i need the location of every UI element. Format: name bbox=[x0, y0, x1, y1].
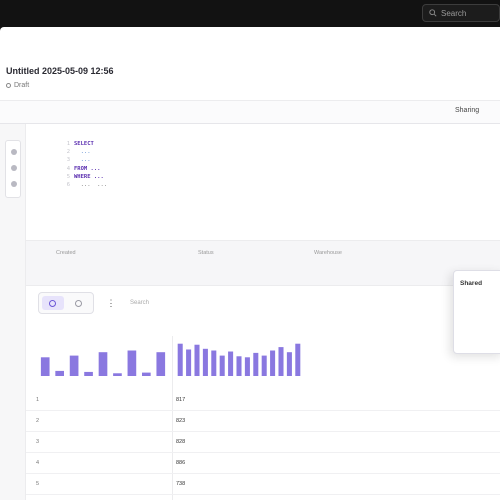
page-subtitle-text: Draft bbox=[14, 82, 30, 89]
row-index: 2 bbox=[36, 418, 40, 424]
histogram-bar bbox=[156, 352, 166, 376]
more-options-button[interactable]: ⋮ bbox=[104, 292, 118, 314]
histogram-bar bbox=[113, 373, 122, 376]
share-button[interactable]: Sharing bbox=[455, 107, 479, 114]
table-row[interactable]: 1 817 bbox=[26, 390, 500, 411]
histogram-bar bbox=[211, 350, 217, 376]
histogram-bar bbox=[40, 357, 50, 376]
table-row[interactable]: 4 886 bbox=[26, 453, 500, 474]
gutter-tool-icon[interactable] bbox=[11, 165, 17, 171]
histogram-bar bbox=[228, 351, 234, 376]
page-subtitle: Draft bbox=[6, 82, 29, 89]
share-popover: Shared bbox=[453, 270, 500, 354]
code-line: 6 ... ... bbox=[66, 182, 108, 189]
run-metadata: Created Status Warehouse bbox=[26, 240, 500, 286]
histogram-bar bbox=[295, 343, 301, 376]
popover-title: Shared bbox=[460, 280, 483, 287]
meta-label: Status bbox=[198, 250, 214, 256]
row-value: 823 bbox=[176, 418, 186, 424]
histogram-svg bbox=[177, 343, 301, 376]
row-value: 828 bbox=[176, 439, 186, 445]
results-filter-input[interactable]: Search bbox=[124, 292, 274, 314]
row-value: 738 bbox=[176, 481, 186, 487]
histogram-bar bbox=[194, 344, 200, 376]
histogram-bar bbox=[127, 350, 137, 376]
code-line: 1 SELECT bbox=[66, 141, 94, 147]
histogram-bar bbox=[253, 352, 259, 376]
histogram-bar bbox=[177, 343, 183, 376]
histogram-bar bbox=[55, 370, 64, 376]
top-bar: Search bbox=[0, 0, 500, 27]
sql-editor[interactable]: 1 SELECT 2 ... 3 ... 4 FROM ... 5 WHERE ...… bbox=[60, 140, 107, 189]
results-table: 1 817 2 823 3 828 4 886 5 738 bbox=[26, 390, 500, 495]
histogram-bar bbox=[278, 347, 284, 376]
search-icon bbox=[429, 9, 437, 17]
editor-toolbar: Sharing bbox=[0, 100, 500, 124]
table-view-icon[interactable] bbox=[49, 300, 56, 307]
histogram-bar bbox=[261, 355, 267, 376]
status-dot-icon bbox=[6, 83, 11, 88]
gutter-tool-icon[interactable] bbox=[11, 149, 17, 155]
code-line: 4 FROM ... bbox=[66, 165, 101, 172]
histogram-bar bbox=[186, 349, 192, 376]
histogram-bar bbox=[98, 352, 108, 376]
search-placeholder: Search bbox=[441, 8, 467, 18]
histogram-svg bbox=[40, 350, 166, 376]
histogram-bar bbox=[84, 371, 93, 376]
histogram-bar bbox=[219, 355, 225, 376]
row-index: 1 bbox=[36, 397, 40, 403]
page-title[interactable]: Untitled 2025-05-09 12:56 bbox=[6, 66, 114, 76]
gutter-tool-icon[interactable] bbox=[11, 181, 17, 187]
view-toggle[interactable] bbox=[38, 292, 94, 314]
histogram-bar bbox=[202, 348, 208, 376]
column-histogram bbox=[176, 340, 302, 376]
row-index: 3 bbox=[36, 439, 40, 445]
column-header[interactable] bbox=[38, 326, 42, 336]
code-line: 5 WHERE ... bbox=[66, 173, 104, 180]
meta-label: Created bbox=[56, 250, 76, 256]
row-value: 817 bbox=[176, 397, 186, 403]
code-line: 2 ... bbox=[66, 149, 94, 156]
histogram-bar bbox=[270, 350, 276, 376]
table-row[interactable]: 5 738 bbox=[26, 474, 500, 495]
histogram-bar bbox=[286, 352, 292, 376]
global-search[interactable]: Search bbox=[422, 4, 500, 22]
meta-label: Warehouse bbox=[314, 250, 342, 256]
histogram-bar bbox=[236, 356, 242, 376]
table-row[interactable]: 2 823 bbox=[26, 411, 500, 432]
column-header[interactable] bbox=[176, 326, 180, 336]
row-index: 4 bbox=[36, 460, 40, 466]
histogram-bar bbox=[142, 372, 151, 376]
chart-view-icon[interactable] bbox=[75, 300, 82, 307]
row-value: 886 bbox=[176, 460, 186, 466]
column-histogram bbox=[38, 340, 168, 376]
gutter-tools bbox=[5, 140, 21, 198]
histogram-bar bbox=[69, 355, 79, 376]
row-index: 5 bbox=[36, 481, 40, 487]
code-line: 3 ... bbox=[66, 157, 94, 164]
table-row[interactable]: 3 828 bbox=[26, 432, 500, 453]
histogram-bar bbox=[244, 357, 250, 376]
